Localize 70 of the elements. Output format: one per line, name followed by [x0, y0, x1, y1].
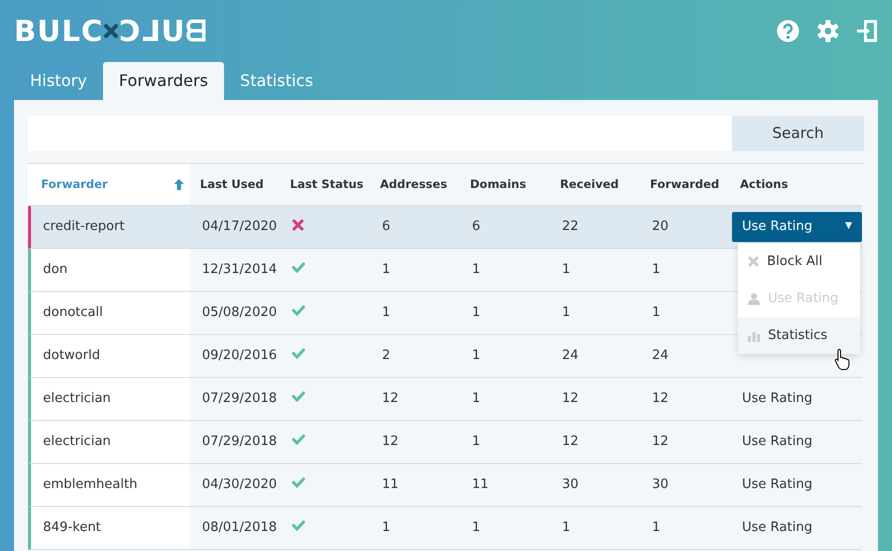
table-cell-text: 1: [562, 519, 570, 538]
table-cell-text: 11: [472, 476, 489, 494]
table-cell-text: 1: [472, 433, 480, 452]
table-cell-text: 1: [472, 347, 480, 366]
table-cell-text: 07/29/2018: [202, 433, 277, 452]
action-link[interactable]: Use Rating: [742, 432, 812, 452]
table-cell-text: 2: [382, 347, 390, 366]
table-cell-text: 30: [652, 476, 669, 494]
table-cell: electrician: [28, 421, 190, 464]
table-cell-text: 30: [562, 476, 579, 494]
table-cell-text: 07/29/2018: [202, 390, 277, 408]
table-cell-text: 04/17/2020: [202, 218, 277, 236]
table-cell-text: 6: [472, 218, 480, 236]
table-cell-text: 1: [652, 261, 660, 280]
search-button[interactable]: Search: [732, 116, 864, 151]
column-header[interactable]: Forwarder: [28, 164, 190, 206]
logo-x-icon: [103, 23, 120, 39]
table-cell-text: 1: [652, 519, 660, 538]
table-cell-text: 04/30/2020: [202, 476, 277, 494]
action-link[interactable]: Use Rating: [742, 518, 812, 538]
table-cell-text: 05/08/2020: [202, 304, 277, 322]
logo-text: Ɔ⅃Uᗺ: [119, 16, 208, 46]
action-link[interactable]: Use Rating: [742, 389, 812, 409]
table-cell-text: 12: [382, 433, 399, 452]
menu-item[interactable]: Statistics: [738, 317, 860, 354]
table-cell-text: 12: [382, 390, 399, 408]
search-field[interactable]: [28, 116, 732, 151]
person-icon: [748, 292, 760, 304]
logo-text: BULC: [14, 16, 104, 46]
action-link[interactable]: Use Rating: [742, 475, 812, 495]
table-cell-text: 12: [652, 433, 669, 452]
table-cell-text: 1: [472, 261, 480, 280]
menu-item[interactable]: Block All: [738, 243, 860, 280]
table-cell-text: 12: [652, 390, 669, 408]
table-cell-text: 12: [562, 433, 579, 452]
table-cell-text: 1: [472, 304, 480, 322]
table-cell: dotworld: [28, 335, 190, 378]
table-cell-text: 6: [382, 218, 390, 236]
table-cell-text: 1: [472, 519, 480, 538]
table-cell-text: 09/20/2016: [202, 347, 277, 366]
logout-icon[interactable]: [856, 19, 878, 43]
cross-icon: [748, 256, 759, 267]
table-cell-text: 1: [652, 304, 660, 322]
table-cell: electrician: [28, 378, 190, 421]
table-cell-text: 12/31/2014: [202, 261, 277, 280]
settings-icon[interactable]: [816, 19, 840, 43]
table-cell: emblemhealth: [28, 464, 190, 507]
table-cell: donotcall: [28, 292, 190, 335]
table-cell-text: 22: [562, 218, 579, 236]
table-cell-text: 1: [382, 304, 390, 322]
table-cell-text: 1: [472, 390, 480, 408]
table-cell-text: 08/01/2018: [202, 519, 277, 538]
tab[interactable]: Forwarders: [102, 62, 224, 100]
table-cell-text: 1: [382, 261, 390, 280]
table-cell-text: 1: [382, 519, 390, 538]
hand-cursor-icon: [834, 348, 852, 370]
table-cell-text: 12: [562, 390, 579, 408]
table-cell-text: 1: [562, 261, 570, 280]
table-cell-text: 1: [562, 304, 570, 322]
help-icon[interactable]: [776, 19, 800, 43]
bar-chart-icon: [748, 330, 760, 342]
dropdown-button[interactable]: Use Rating ▼: [732, 212, 862, 242]
sort-arrow-icon[interactable]: [174, 179, 184, 190]
table-cell: credit-report: [28, 206, 190, 249]
table-cell: 849-kent: [28, 507, 190, 550]
table-cell-text: 11: [382, 476, 399, 494]
table-cell-text: 20: [652, 218, 669, 236]
table-cell-text: 24: [562, 347, 579, 366]
table-cell: don: [28, 249, 190, 292]
table-cell-text: 24: [652, 347, 669, 366]
